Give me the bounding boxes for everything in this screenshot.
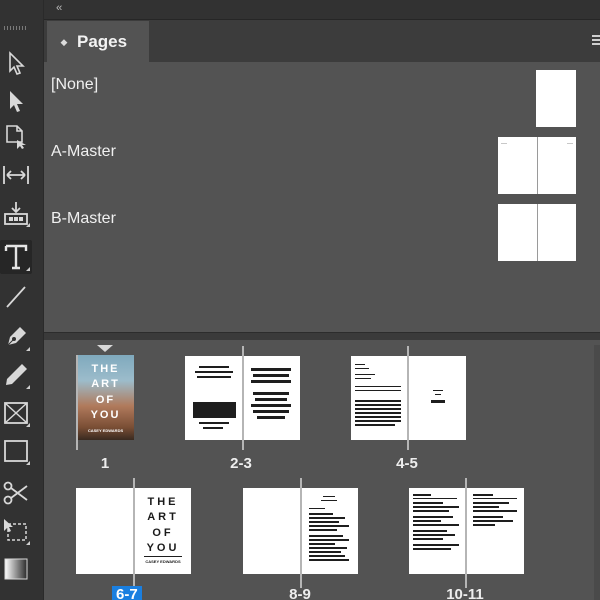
spread-author: CASEY EDWARDS	[145, 559, 181, 564]
page-label[interactable]: 4-5	[387, 455, 427, 472]
page-spine	[407, 346, 409, 450]
type-tool-icon[interactable]	[0, 240, 32, 274]
page-spine	[133, 478, 135, 588]
master-none[interactable]: [None]	[51, 76, 98, 94]
master-none-thumbnail[interactable]	[536, 70, 576, 127]
cover-title-line: ART	[91, 378, 120, 390]
master-b[interactable]: B-Master	[51, 210, 116, 228]
page-label-selected[interactable]: 6-7	[112, 586, 142, 600]
selection-tool-icon[interactable]	[0, 46, 32, 80]
page-spine	[242, 346, 244, 450]
spread-title-line: OF	[152, 527, 174, 539]
page-spine	[300, 478, 302, 588]
spread-title-line: ART	[147, 511, 179, 523]
pages-scrollbar[interactable]	[594, 345, 600, 600]
master-a[interactable]: A-Master	[51, 143, 116, 161]
page-label[interactable]: 2-3	[221, 455, 261, 472]
page-label[interactable]: 8-9	[280, 586, 320, 600]
pen-tool-icon[interactable]	[0, 320, 32, 354]
page-tool-icon[interactable]	[0, 120, 32, 154]
master-a-thumbnail[interactable]	[498, 137, 576, 194]
page-spine	[465, 478, 467, 588]
rectangle-tool-icon[interactable]	[0, 434, 32, 468]
current-page-indicator	[97, 345, 113, 352]
panel-divider[interactable]	[44, 332, 600, 340]
content-collector-tool-icon[interactable]	[0, 196, 32, 230]
panel-top-bar: ‹‹	[44, 0, 600, 20]
page-spine	[76, 355, 78, 450]
line-tool-icon[interactable]	[0, 280, 32, 314]
panel-menu-icon[interactable]	[592, 35, 600, 47]
cover-author: CASEY EDWARDS	[87, 428, 124, 433]
scissors-tool-icon[interactable]	[0, 476, 32, 510]
rectangle-frame-tool-icon[interactable]	[0, 396, 32, 430]
gap-tool-icon[interactable]	[0, 158, 32, 192]
free-transform-tool-icon[interactable]	[0, 514, 32, 548]
page-label[interactable]: 1	[95, 455, 115, 472]
spread-title-line: YOU	[146, 542, 180, 554]
tools-panel	[0, 0, 44, 600]
page-label[interactable]: 10-11	[438, 586, 492, 600]
page-1-thumbnail[interactable]: THE ART OF YOU CASEY EDWARDS	[77, 355, 134, 440]
master-b-thumbnail[interactable]	[498, 204, 576, 261]
cover-title-line: OF	[95, 394, 116, 406]
collapse-panels-icon[interactable]: ‹‹	[56, 2, 62, 14]
direct-selection-tool-icon[interactable]	[0, 84, 32, 118]
cover-title-line: YOU	[90, 409, 121, 421]
spread-title-line: THE	[147, 496, 179, 508]
pencil-tool-icon[interactable]	[0, 358, 32, 392]
tab-pages-label: Pages	[77, 31, 128, 51]
tools-panel-grip[interactable]	[4, 26, 28, 30]
cover-title-line: THE	[91, 363, 120, 375]
gradient-swatch-tool-icon[interactable]	[0, 552, 32, 586]
panel-tab-row: ◆ Pages	[44, 20, 600, 62]
tab-pages[interactable]: ◆ Pages	[47, 21, 149, 62]
chevron-updown-icon[interactable]: ◆	[59, 37, 69, 46]
